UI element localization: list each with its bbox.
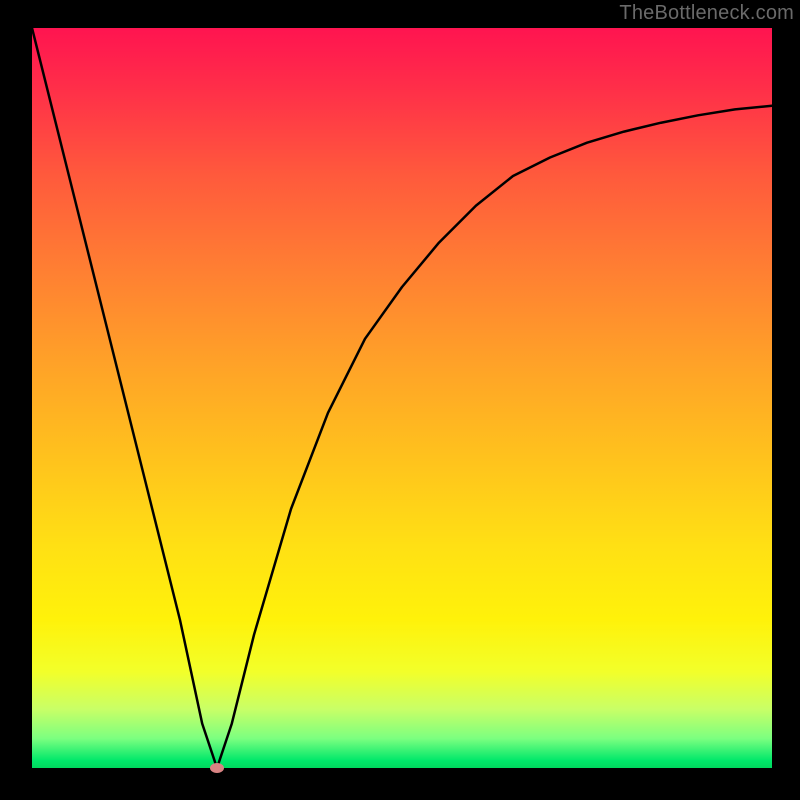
bottleneck-curve — [32, 28, 772, 768]
chart-frame: TheBottleneck.com — [0, 0, 800, 800]
minimum-marker — [210, 763, 224, 773]
attribution-text: TheBottleneck.com — [619, 2, 794, 25]
plot-area — [32, 28, 772, 768]
